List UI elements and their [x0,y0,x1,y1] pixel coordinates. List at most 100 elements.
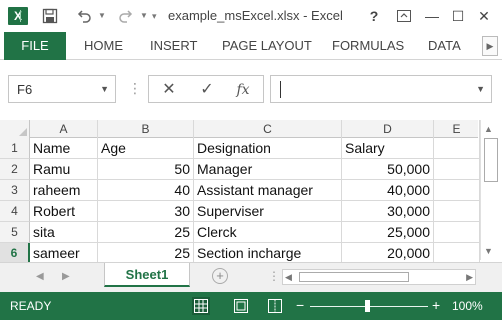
previous-sheet-icon[interactable]: ◀ [36,271,44,282]
text-cursor [280,81,281,98]
cell-e2[interactable] [434,159,480,180]
name-box-dropdown-icon[interactable]: ▼ [100,84,109,94]
cancel-icon[interactable]: ✕ [155,79,183,101]
cell-b4[interactable]: 30 [98,201,194,222]
row-header-selected[interactable]: 6 [0,243,30,264]
column-headers: A B C D E [0,120,480,138]
cell-d1[interactable]: Salary [342,138,434,159]
scroll-right-icon[interactable]: ▶ [466,272,473,283]
next-sheet-icon[interactable]: ▶ [62,271,70,282]
cell-c4[interactable]: Superviser [194,201,342,222]
cell-c2[interactable]: Manager [194,159,342,180]
row-header[interactable]: 4 [0,201,30,222]
cell-e5[interactable] [434,222,480,243]
status-text: READY [10,299,52,313]
cell-e6[interactable] [434,243,480,264]
row-header[interactable]: 3 [0,180,30,201]
cell-c3[interactable]: Assistant manager [194,180,342,201]
cell-a3[interactable]: raheem [30,180,98,201]
minimize-button[interactable]: — [420,5,444,27]
cell-d3[interactable]: 40,000 [342,180,434,201]
close-button[interactable]: ✕ [472,5,496,27]
cell-b5[interactable]: 25 [98,222,194,243]
cell-b1[interactable]: Age [98,138,194,159]
name-box-value: F6 [17,82,33,97]
ribbon-tabs: FILE HOME INSERT PAGE LAYOUT FORMULAS DA… [0,32,502,60]
cell-e4[interactable] [434,201,480,222]
zoom-in-button[interactable]: + [432,297,440,313]
column-header-a[interactable]: A [30,120,98,138]
maximize-button[interactable]: ☐ [446,5,470,27]
undo-dropdown-icon[interactable]: ▼ [98,5,106,27]
redo-dropdown-icon[interactable]: ▼ [140,5,148,27]
zoom-out-button[interactable]: − [296,297,304,313]
zoom-level[interactable]: 100% [452,299,483,313]
ribbon-scroll-right-icon[interactable]: ▶ [482,36,498,56]
insert-function-icon[interactable]: fx [229,79,257,101]
undo-icon[interactable] [72,5,96,27]
tab-page-layout[interactable]: PAGE LAYOUT [222,32,312,60]
tab-insert[interactable]: INSERT [150,32,197,60]
select-all-corner[interactable] [0,120,30,138]
cell-c1[interactable]: Designation [194,138,342,159]
tab-split-handle[interactable]: ⋮ [268,269,280,283]
formula-input[interactable]: ▼ [270,75,492,103]
cell-d4[interactable]: 30,000 [342,201,434,222]
row-header[interactable]: 1 [0,138,30,159]
page-break-preview-icon[interactable] [266,297,284,315]
add-sheet-icon[interactable]: + [212,268,228,284]
column-header-d[interactable]: D [342,120,434,138]
normal-view-icon[interactable] [192,297,210,315]
tab-file[interactable]: FILE [4,32,66,60]
column-header-b[interactable]: B [98,120,194,138]
sheet-tab-sheet1[interactable]: Sheet1 [104,263,190,287]
tab-home[interactable]: HOME [84,32,123,60]
save-icon[interactable] [38,5,62,27]
cell-e1[interactable] [434,138,480,159]
scroll-left-icon[interactable]: ◀ [285,272,292,283]
ribbon-display-options-icon[interactable] [392,5,416,27]
zoom-slider-thumb[interactable] [365,300,370,312]
cell-d5[interactable]: 25,000 [342,222,434,243]
cell-a4[interactable]: Robert [30,201,98,222]
vertical-scroll-thumb[interactable] [484,138,498,182]
help-button[interactable]: ? [362,5,386,27]
page-layout-view-icon[interactable] [232,297,250,315]
formula-buttons: ✕ ✓ fx [148,75,264,103]
column-header-e[interactable]: E [434,120,480,138]
cell-d2[interactable]: 50,000 [342,159,434,180]
horizontal-scrollbar[interactable]: ◀ ▶ [282,269,476,285]
formula-bar: F6 ▼ ⋮ ✕ ✓ fx ▼ [0,60,502,120]
cell-c5[interactable]: Clerck [194,222,342,243]
name-box[interactable]: F6 ▼ [8,75,116,103]
cell-b6[interactable]: 25 [98,243,194,264]
scroll-up-icon[interactable]: ▲ [484,124,493,134]
column-header-c[interactable]: C [194,120,342,138]
title-bar: X ▼ ▼ ▾ example_msExcel.xlsx - Excel ? —… [0,0,502,32]
window-title: example_msExcel.xlsx - Excel [168,8,343,23]
cell-d6[interactable]: 20,000 [342,243,434,264]
worksheet-grid[interactable]: A B C D E 1 Name Age Designation Salary … [0,120,502,264]
tab-data[interactable]: DATA [428,32,461,60]
cell-a6[interactable]: sameer [30,243,98,264]
status-bar: READY − + 100% [0,292,502,320]
vertical-scrollbar[interactable]: ▲ ▼ [480,120,500,260]
row-header[interactable]: 2 [0,159,30,180]
cell-e3[interactable] [434,180,480,201]
cell-b2[interactable]: 50 [98,159,194,180]
redo-icon[interactable] [114,5,138,27]
formula-bar-resize-handle[interactable]: ⋮ [128,80,142,97]
scroll-down-icon[interactable]: ▼ [484,246,493,256]
enter-icon[interactable]: ✓ [193,79,221,101]
row-header[interactable]: 5 [0,222,30,243]
cell-b3[interactable]: 40 [98,180,194,201]
horizontal-scroll-thumb[interactable] [299,272,409,282]
tab-formulas[interactable]: FORMULAS [332,32,404,60]
cell-c6[interactable]: Section incharge [194,243,342,264]
cell-a1[interactable]: Name [30,138,98,159]
expand-formula-bar-icon[interactable]: ▼ [476,84,485,94]
customize-dropdown-icon[interactable]: ▾ [152,5,157,27]
cell-a5[interactable]: sita [30,222,98,243]
excel-app-icon[interactable]: X [8,7,28,25]
cell-a2[interactable]: Ramu [30,159,98,180]
